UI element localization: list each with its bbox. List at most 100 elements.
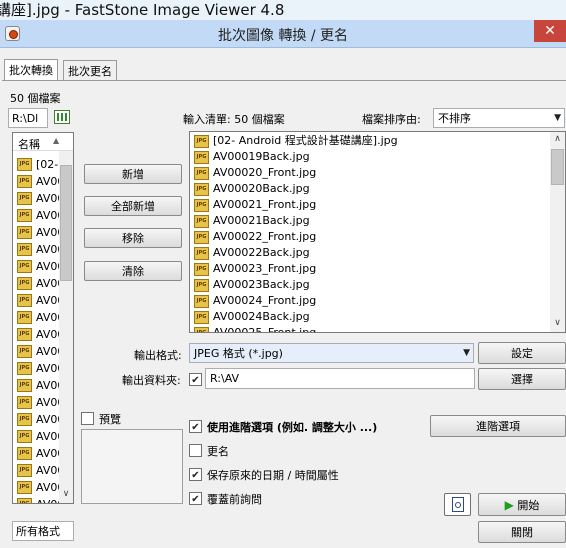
list-item[interactable]: JPG AV00 — [17, 206, 61, 223]
scroll-down-icon[interactable]: ∨ — [59, 487, 73, 501]
add-all-button[interactable]: 全部新增 — [84, 196, 182, 216]
jpg-file-icon: JPG — [17, 480, 32, 494]
list-item[interactable]: JPG AV00023_Front.jpg — [194, 261, 544, 277]
output-folder-label: 輸出資料夾: — [122, 374, 181, 387]
list-item[interactable]: JPG AV00023Back.jpg — [194, 277, 544, 293]
list-item[interactable]: JPG AV00 — [17, 410, 61, 427]
left-scroll-thumb[interactable] — [60, 165, 72, 281]
jpg-file-icon: JPG — [194, 326, 209, 332]
window-title-bar: 講座].jpg - FastStone Image Viewer 4.8 — [0, 0, 566, 20]
list-item[interactable]: JPG AV00 — [17, 427, 61, 444]
file-name: AV00 — [36, 497, 61, 504]
jpg-file-icon: JPG — [194, 182, 209, 196]
advanced-options-checkbox[interactable] — [189, 420, 202, 433]
advanced-options-button[interactable]: 進階選項 — [430, 415, 566, 437]
list-item[interactable]: JPG AV00019Back.jpg — [194, 149, 544, 165]
file-name: AV00 — [36, 429, 61, 443]
list-item[interactable]: JPG AV00025_Front.jpg — [194, 325, 544, 332]
close-button[interactable]: 關閉 — [478, 521, 566, 543]
list-item[interactable]: JPG AV00 — [17, 240, 61, 257]
file-name: AV00023Back.jpg — [213, 278, 310, 291]
jpg-file-icon: JPG — [17, 276, 32, 290]
preview-checkbox[interactable] — [81, 412, 94, 425]
list-item[interactable]: JPG AV00022_Front.jpg — [194, 229, 544, 245]
list-item[interactable]: JPG AV00 — [17, 308, 61, 325]
list-item[interactable]: JPG [02- Android 程式設計基礎講座].jpg — [194, 133, 544, 149]
add-button[interactable]: 新增 — [84, 164, 182, 184]
scroll-down-icon[interactable]: ∨ — [550, 316, 565, 330]
keep-date-checkbox[interactable] — [189, 468, 202, 481]
jpg-file-icon: JPG — [17, 174, 32, 188]
list-item[interactable]: JPG AV00 — [17, 461, 61, 478]
list-item[interactable]: JPG AV00020_Front.jpg — [194, 165, 544, 181]
file-name: AV00023_Front.jpg — [213, 262, 317, 275]
list-item[interactable]: JPG AV00020Back.jpg — [194, 181, 544, 197]
file-name: AV00 — [36, 361, 61, 375]
jpg-file-icon: JPG — [194, 150, 209, 164]
list-item[interactable]: JPG AV00 — [17, 495, 61, 504]
list-item[interactable]: JPG AV00 — [17, 342, 61, 359]
tab-batch-rename[interactable]: 批次更名 — [63, 60, 117, 81]
rename-checkbox[interactable] — [189, 444, 202, 457]
output-folder-field[interactable]: R:\AV — [205, 368, 475, 389]
list-item[interactable]: JPG AV00022Back.jpg — [194, 245, 544, 261]
tab-batch-convert[interactable]: 批次轉換 — [4, 59, 58, 81]
file-filter-select[interactable]: 所有格式 — [12, 521, 74, 541]
left-list-scrollbar[interactable]: ∨ — [59, 151, 73, 503]
name-column-header[interactable]: 名稱 — [18, 136, 40, 152]
list-item[interactable]: JPG AV00 — [17, 359, 61, 376]
jpg-file-icon: JPG — [194, 278, 209, 292]
list-item[interactable]: JPG AV00021Back.jpg — [194, 213, 544, 229]
chevron-down-icon: ▼ — [463, 348, 470, 358]
clear-button[interactable]: 清除 — [84, 261, 182, 281]
keep-date-label: 保存原來的日期 / 時間屬性 — [207, 469, 339, 482]
jpg-file-icon: JPG — [17, 429, 32, 443]
file-name: AV00021_Front.jpg — [213, 198, 317, 211]
thumbnail-view-icon[interactable] — [54, 110, 70, 124]
file-name: AV00 — [36, 242, 61, 256]
list-item[interactable]: JPG AV00 — [17, 223, 61, 240]
start-button[interactable]: ▶ 開始 — [478, 493, 566, 516]
list-item[interactable]: JPG AV00024Back.jpg — [194, 309, 544, 325]
list-item[interactable]: JPG AV00 — [17, 478, 61, 495]
jpg-file-icon: JPG — [17, 191, 32, 205]
file-name: AV00 — [36, 259, 61, 273]
list-item[interactable]: JPG AV00024_Front.jpg — [194, 293, 544, 309]
jpg-file-icon: JPG — [17, 497, 32, 503]
advanced-options-label: 使用進階選項 (例如. 調整大小 ...) — [207, 421, 378, 434]
output-folder-checkbox[interactable] — [189, 373, 202, 386]
list-item[interactable]: JPG [02- — [17, 155, 61, 172]
input-scroll-thumb[interactable] — [551, 149, 564, 185]
sort-order-select[interactable]: 不排序 ▼ — [433, 108, 565, 128]
folder-path-field[interactable]: R:\Dl — [8, 108, 48, 128]
list-item[interactable]: JPG AV00 — [17, 172, 61, 189]
jpg-file-icon: JPG — [194, 166, 209, 180]
dialog-title-bar: 批次圖像 轉換 / 更名 — [0, 20, 566, 48]
close-icon[interactable]: ✕ — [534, 20, 566, 42]
list-item[interactable]: JPG AV00 — [17, 376, 61, 393]
window-title: 講座].jpg - FastStone Image Viewer 4.8 — [0, 1, 285, 19]
input-file-list[interactable]: JPG [02- Android 程式設計基礎講座].jpg JPG AV00019B… — [189, 131, 566, 333]
list-item[interactable]: JPG AV00 — [17, 444, 61, 461]
list-item[interactable]: JPG AV00 — [17, 325, 61, 342]
output-format-select[interactable]: JPEG 格式 (*.jpg) ▼ — [189, 343, 474, 363]
jpg-file-icon: JPG — [194, 310, 209, 324]
folder-file-list[interactable]: 名稱 ▲ JPG [02- JPG AV00 JPG AV00 JPG AV00 JPG AV00… — [12, 132, 74, 504]
overwrite-ask-checkbox[interactable] — [189, 492, 202, 505]
remove-button[interactable]: 移除 — [84, 228, 182, 248]
list-item[interactable]: JPG AV00021_Front.jpg — [194, 197, 544, 213]
browse-folder-button[interactable]: 選擇 — [478, 368, 566, 390]
sort-order-value: 不排序 — [438, 112, 471, 125]
list-item[interactable]: JPG AV00 — [17, 257, 61, 274]
format-settings-button[interactable]: 設定 — [478, 342, 566, 364]
list-item[interactable]: JPG AV00 — [17, 291, 61, 308]
output-format-label: 輸出格式: — [134, 349, 182, 362]
file-name: AV00 — [36, 310, 61, 324]
list-item[interactable]: JPG AV00 — [17, 274, 61, 291]
jpg-file-icon: JPG — [17, 395, 32, 409]
list-item[interactable]: JPG AV00 — [17, 189, 61, 206]
open-output-folder-button[interactable] — [444, 493, 471, 516]
list-item[interactable]: JPG AV00 — [17, 393, 61, 410]
input-list-scrollbar[interactable]: ∧ ∨ — [550, 132, 565, 332]
scroll-up-icon[interactable]: ∧ — [550, 132, 565, 146]
